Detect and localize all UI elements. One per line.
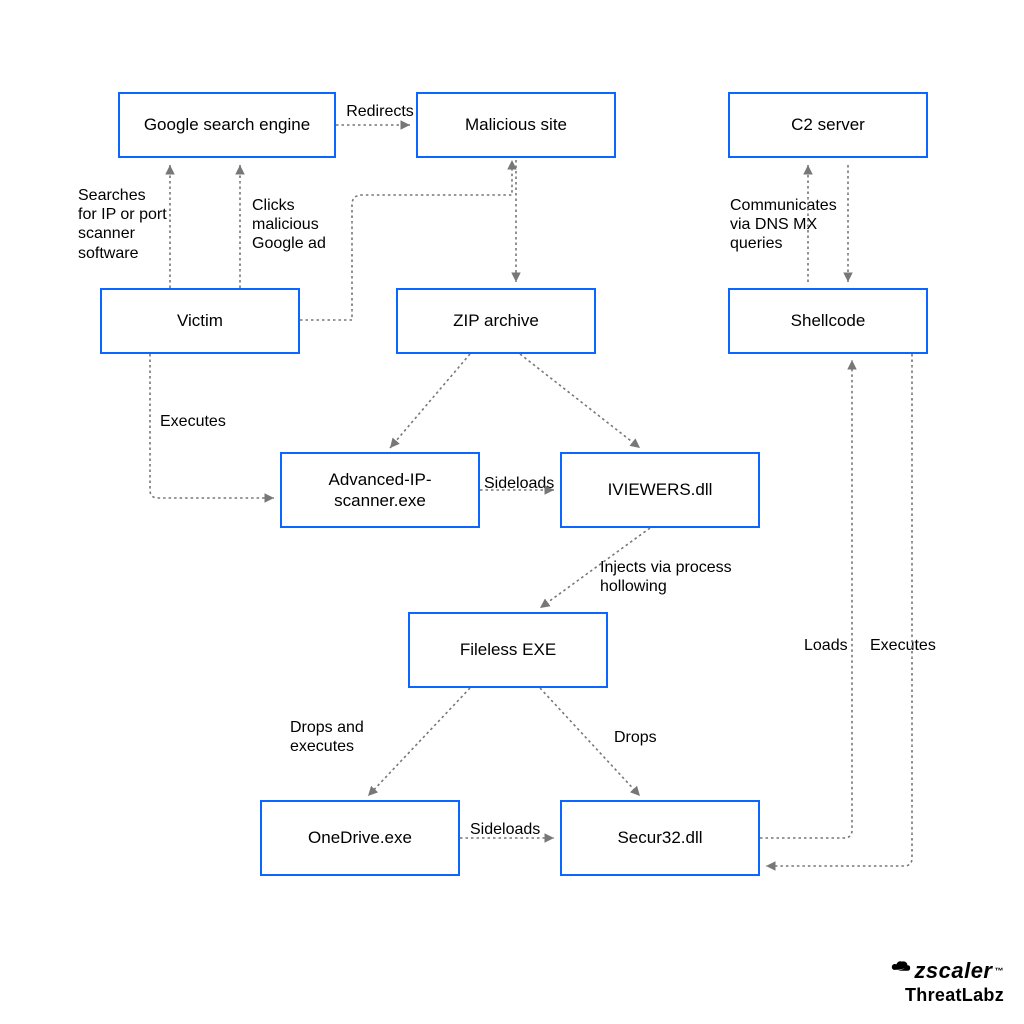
cloud-swirl-icon	[890, 957, 914, 985]
node-victim: Victim	[100, 288, 300, 354]
node-label: Shellcode	[791, 310, 866, 331]
node-label: Malicious site	[465, 114, 567, 135]
node-label: IVIEWERS.dll	[608, 479, 713, 500]
node-secur32-dll: Secur32.dll	[560, 800, 760, 876]
node-c2-server: C2 server	[728, 92, 928, 158]
node-fileless-exe: Fileless EXE	[408, 612, 608, 688]
edge-label-clicks-ad: Clicks malicious Google ad	[252, 196, 326, 254]
edge-label-drops-exec: Drops and executes	[290, 718, 364, 756]
node-zip-archive: ZIP archive	[396, 288, 596, 354]
node-google-search: Google search engine	[118, 92, 336, 158]
brand-threatlabz: ThreatLabz	[890, 985, 1004, 1006]
node-label: OneDrive.exe	[308, 827, 412, 848]
node-label: Secur32.dll	[617, 827, 702, 848]
node-label: ZIP archive	[453, 310, 539, 331]
brand-lockup: zscaler ™ ThreatLabz	[890, 957, 1004, 1006]
edge-label-executes2: Executes	[870, 636, 936, 655]
node-label: Advanced-IP- scanner.exe	[286, 469, 474, 512]
edge-label-executes1: Executes	[160, 412, 226, 431]
edge-label-sideloads2: Sideloads	[470, 820, 540, 839]
node-label: Fileless EXE	[460, 639, 556, 660]
diagram-canvas: Google search engine Malicious site C2 s…	[0, 0, 1024, 1024]
node-onedrive-exe: OneDrive.exe	[260, 800, 460, 876]
node-label: C2 server	[791, 114, 865, 135]
node-label: Victim	[177, 310, 223, 331]
node-label: Google search engine	[144, 114, 310, 135]
edge-label-injects: Injects via process hollowing	[600, 558, 732, 596]
brand-name: zscaler	[914, 958, 992, 984]
edge-label-searches: Searches for IP or port scanner software	[78, 186, 167, 263]
edge-label-sideloads1: Sideloads	[484, 474, 554, 493]
node-malicious-site: Malicious site	[416, 92, 616, 158]
node-iviewers-dll: IVIEWERS.dll	[560, 452, 760, 528]
edge-label-comm-dns: Communicates via DNS MX queries	[730, 196, 837, 254]
edge-label-drops: Drops	[614, 728, 657, 747]
node-shellcode: Shellcode	[728, 288, 928, 354]
edge-label-loads: Loads	[804, 636, 848, 655]
brand-zscaler: zscaler ™	[890, 957, 1004, 985]
trademark-symbol: ™	[995, 966, 1005, 976]
node-advanced-ip-scanner-exe: Advanced-IP- scanner.exe	[280, 452, 480, 528]
edge-label-redirects: Redirects	[340, 102, 420, 121]
